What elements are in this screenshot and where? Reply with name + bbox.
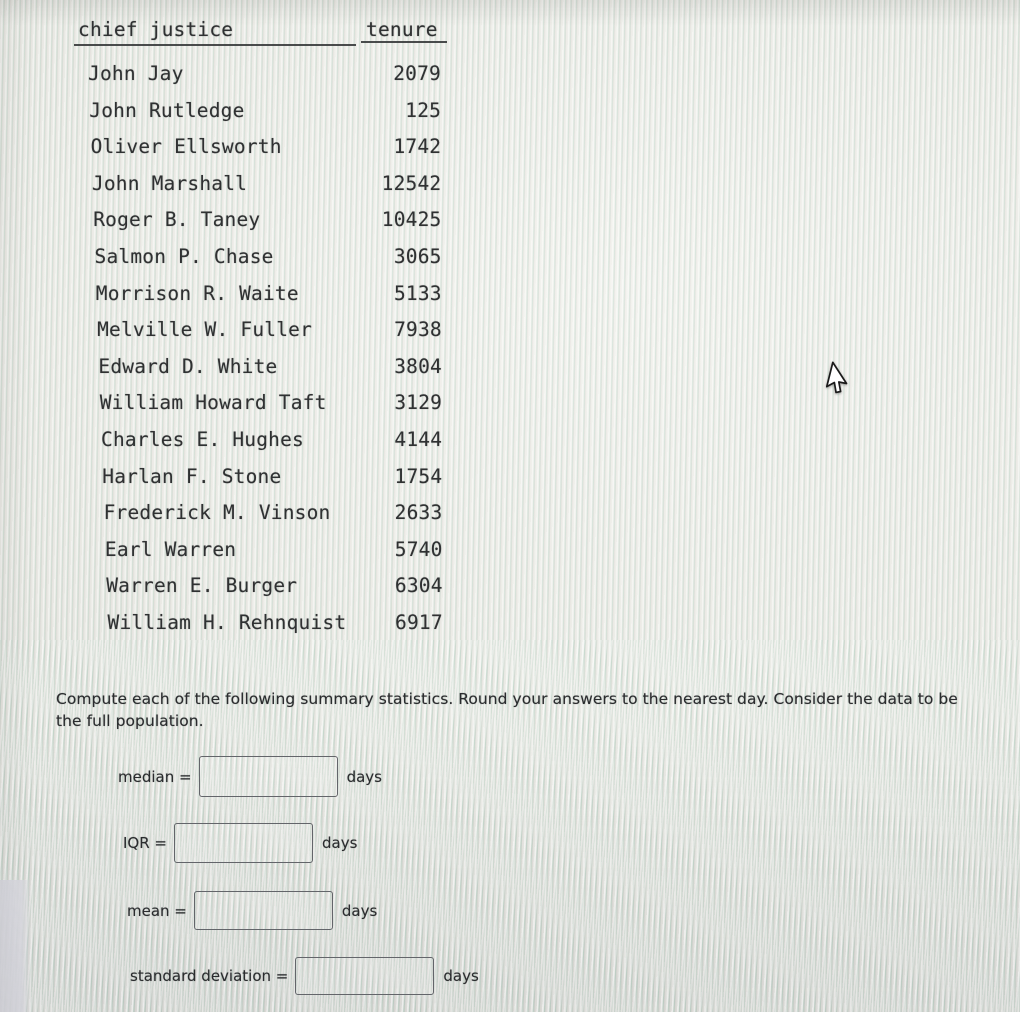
cell-chief-justice: John Rutledge	[89, 98, 245, 122]
problem-instructions: Compute each of the following summary st…	[56, 690, 958, 730]
cell-tenure: 10425	[381, 208, 442, 232]
cell-tenure: 3065	[393, 245, 442, 268]
cell-tenure: 6304	[394, 574, 443, 598]
standard-deviation-input[interactable]	[295, 957, 435, 995]
cell-chief-justice: Frederick M. Vinson	[103, 501, 331, 525]
cell-tenure: 2079	[393, 62, 441, 85]
answer-row-mean: mean = days	[127, 891, 377, 930]
cell-chief-justice: William H. Rehnquist	[107, 611, 347, 634]
cell-tenure: 1742	[393, 135, 442, 159]
cell-tenure: 12542	[381, 171, 442, 195]
cell-chief-justice: Earl Warren	[104, 537, 237, 561]
answer-row-median: median = days	[118, 756, 382, 797]
label-median: median =	[118, 767, 192, 786]
unit-median: days	[346, 767, 382, 786]
cell-chief-justice: Morrison R. Waite	[95, 281, 299, 305]
cell-tenure: 2633	[394, 501, 443, 525]
cell-tenure: 1754	[394, 464, 443, 488]
cell-chief-justice: William Howard Taft	[99, 391, 327, 415]
cell-chief-justice: Harlan F. Stone	[102, 464, 282, 488]
cell-tenure: 4144	[394, 428, 443, 451]
unit-mean: days	[341, 901, 378, 920]
cell-tenure: 6917	[395, 611, 443, 634]
unit-iqr: days	[322, 834, 358, 852]
label-iqr: IQR =	[123, 834, 167, 852]
cell-chief-justice: Melville W. Fuller	[97, 318, 313, 342]
cell-chief-justice: Salmon P. Chase	[94, 245, 274, 268]
column-header-chief-justice: chief justice	[78, 18, 234, 41]
column-header-tenure: tenure	[366, 18, 438, 41]
cell-chief-justice: Warren E. Burger	[106, 574, 298, 598]
mean-input[interactable]	[193, 891, 333, 930]
cell-chief-justice: John Marshall	[91, 171, 248, 195]
unit-standard-deviation: days	[443, 967, 479, 985]
cell-chief-justice: Oliver Ellsworth	[90, 135, 282, 159]
cell-chief-justice: John Jay	[88, 62, 184, 85]
screen-photo: chief justice tenure John Jay 2079 John Ru…	[0, 0, 1020, 1012]
answer-row-standard-deviation: standard deviation = days	[130, 957, 479, 995]
mouse-pointer-icon	[826, 361, 848, 394]
cell-tenure: 5133	[393, 281, 442, 305]
iqr-input[interactable]	[174, 823, 313, 863]
median-input[interactable]	[198, 756, 338, 797]
header-rule-tenure	[361, 41, 447, 43]
cell-tenure: 3129	[394, 391, 443, 415]
header-rule-name	[74, 44, 356, 46]
cell-tenure: 125	[405, 98, 442, 122]
cell-chief-justice: Edward D. White	[98, 354, 278, 378]
label-standard-deviation: standard deviation =	[130, 967, 289, 985]
cell-tenure: 3804	[394, 354, 442, 378]
label-mean: mean =	[127, 901, 187, 920]
cell-tenure: 5740	[394, 537, 443, 561]
cell-chief-justice: Roger B. Taney	[93, 208, 261, 232]
cell-chief-justice: Charles E. Hughes	[101, 428, 304, 451]
answer-row-iqr: IQR = days	[123, 823, 357, 863]
cell-tenure: 7938	[394, 318, 442, 342]
